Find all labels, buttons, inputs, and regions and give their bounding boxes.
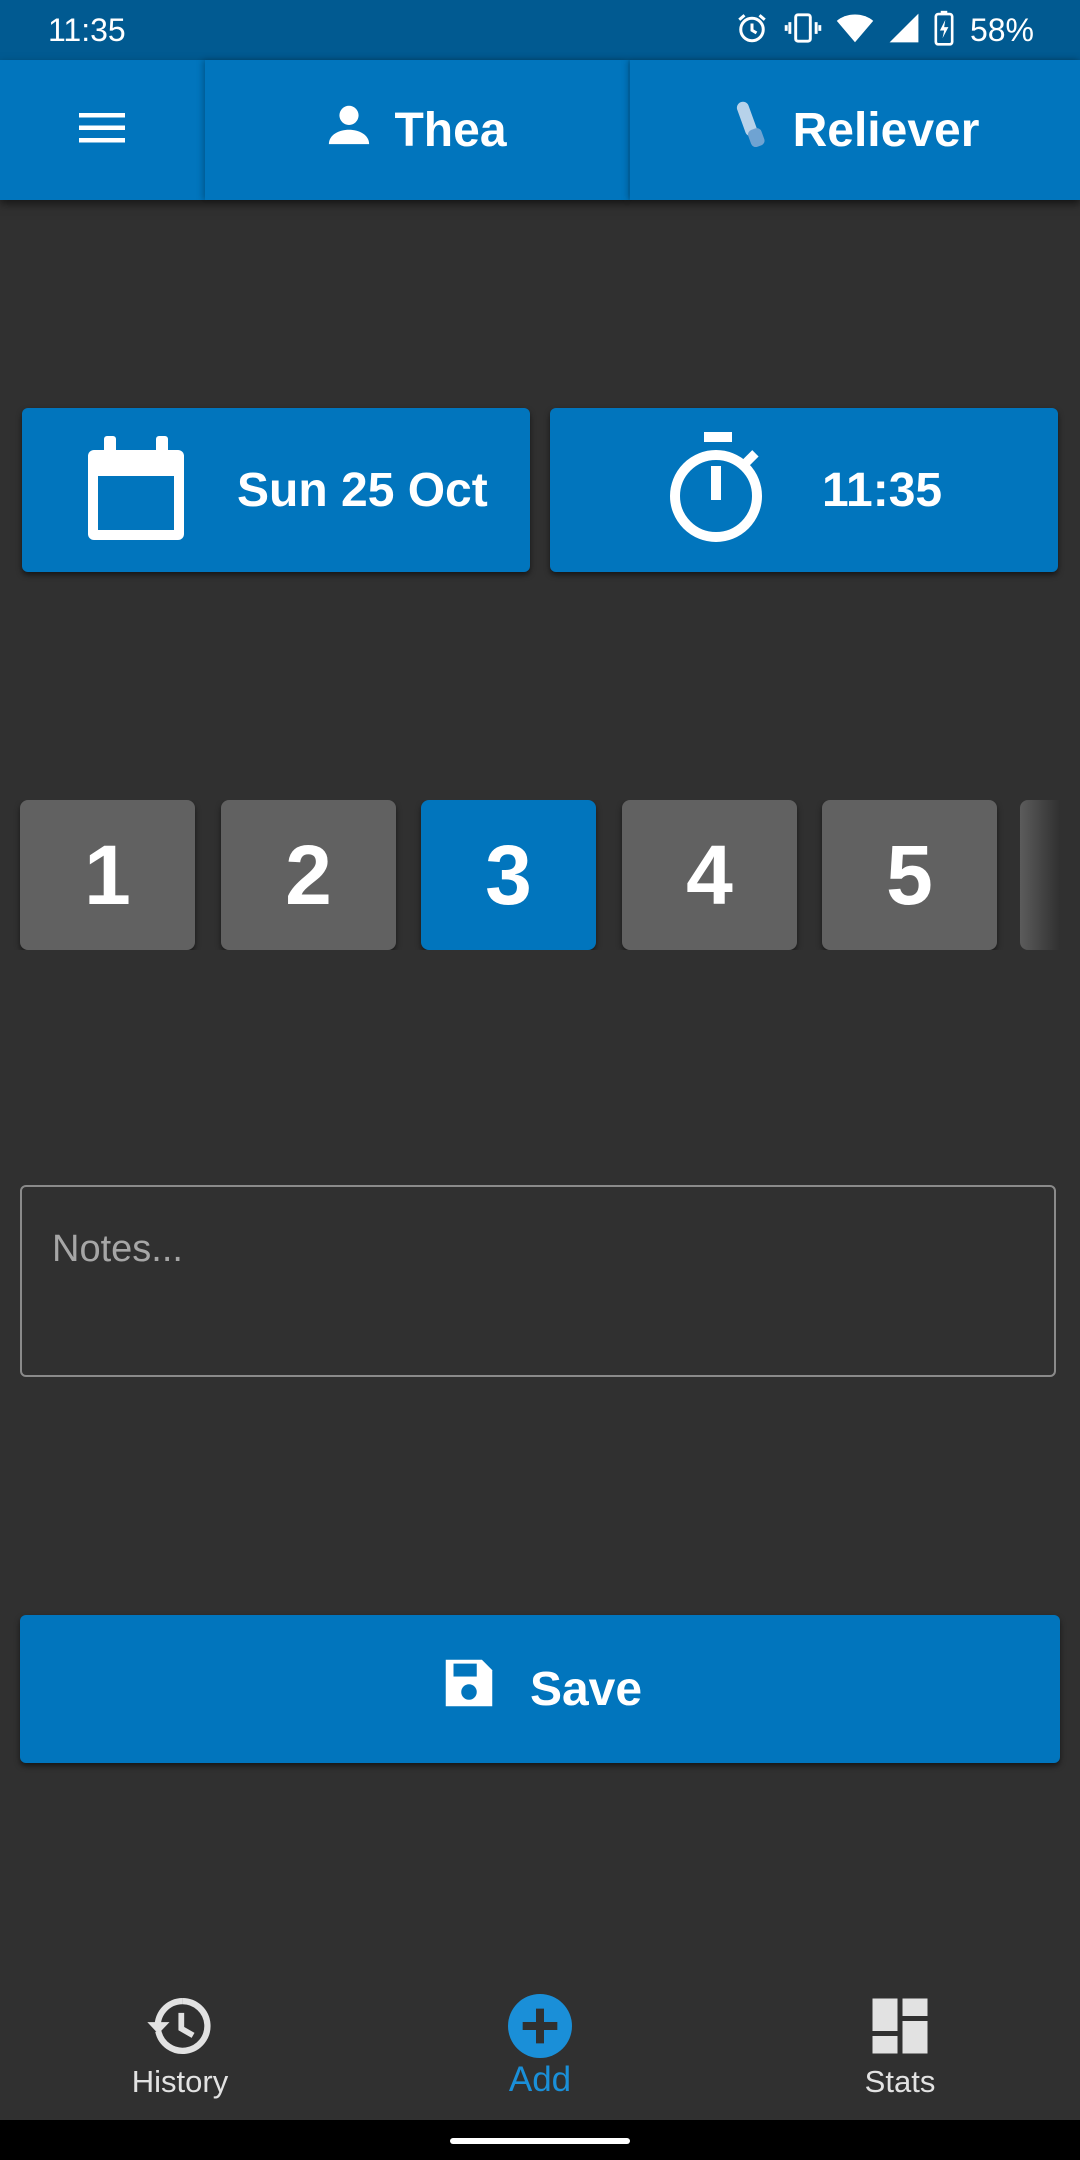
dose-option-1[interactable]: 1 [20, 800, 195, 950]
inhaler-icon [731, 99, 771, 161]
nav-history[interactable]: History [0, 1960, 360, 2120]
bottom-navigation: History Add Stats [0, 1960, 1080, 2120]
notes-field[interactable] [20, 1185, 1056, 1377]
hamburger-menu-icon [78, 110, 126, 151]
dose-option-5[interactable]: 5 [822, 800, 997, 950]
gesture-navigation-bar [0, 2120, 1080, 2160]
medication-name: Reliever [792, 103, 980, 157]
gesture-handle[interactable] [450, 2138, 630, 2144]
medication-selector[interactable]: Reliever [630, 60, 1080, 200]
nav-history-label: History [131, 2064, 229, 2099]
status-bar: 11:35 58% [0, 0, 1080, 60]
dashboard-icon [870, 1994, 930, 2058]
alarm-icon [734, 10, 770, 51]
nav-add[interactable]: Add [360, 1960, 720, 2120]
dose-selector: 1 2 3 4 5 [0, 800, 1060, 950]
add-circle-icon [508, 1994, 572, 2058]
notes-input[interactable] [50, 1227, 1014, 1272]
floppy-disk-icon [438, 1652, 500, 1726]
battery-percent: 58% [969, 11, 1034, 48]
date-button[interactable]: Sun 25 Oct [22, 408, 530, 572]
person-icon [326, 101, 372, 159]
signal-icon [888, 11, 920, 50]
time-label: 11:35 [822, 463, 943, 517]
menu-button[interactable] [0, 60, 204, 200]
status-icons: 58% [734, 10, 1034, 50]
stopwatch-icon [668, 430, 768, 551]
dose-option-2[interactable]: 2 [221, 800, 396, 950]
dose-option-4[interactable]: 4 [622, 800, 797, 950]
person-name: Thea [394, 103, 507, 157]
nav-add-label: Add [508, 2060, 572, 2099]
nav-stats-label: Stats [864, 2064, 936, 2099]
time-button[interactable]: 11:35 [550, 408, 1058, 572]
vibrate-icon [784, 10, 822, 51]
calendar-icon [82, 434, 190, 551]
app-bar: Thea Reliever [0, 60, 1080, 200]
history-icon [146, 1994, 214, 2058]
person-selector[interactable]: Thea [205, 60, 628, 200]
save-button[interactable]: Save [20, 1615, 1060, 1763]
dose-option-overflow[interactable] [1020, 800, 1060, 950]
wifi-icon [836, 10, 874, 51]
save-label: Save [529, 1662, 643, 1716]
battery-charging-icon [934, 10, 954, 51]
date-label: Sun 25 Oct [237, 463, 488, 517]
nav-stats[interactable]: Stats [720, 1960, 1080, 2120]
status-time: 11:35 [48, 12, 126, 48]
dose-option-3[interactable]: 3 [421, 800, 596, 950]
